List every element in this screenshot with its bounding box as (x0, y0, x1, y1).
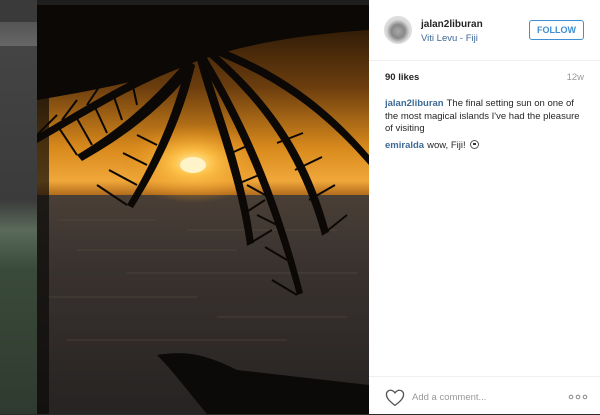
post-photo[interactable] (37, 5, 369, 414)
post-header: jalan2liburan Viti Levu - Fiji FOLLOW (369, 0, 600, 61)
likes-count[interactable]: 90 likes (385, 72, 419, 83)
comment-item: emiralda wow, Fiji! (385, 139, 580, 153)
post-detail-panel: jalan2liburan Viti Levu - Fiji FOLLOW 90… (369, 0, 600, 414)
comments-list: jalan2liburan The final setting sun on on… (385, 98, 580, 156)
comment-username[interactable]: jalan2liburan (385, 98, 444, 109)
background-feed (0, 0, 37, 414)
post-location[interactable]: Viti Levu - Fiji (421, 33, 478, 44)
add-comment-input[interactable] (412, 386, 552, 408)
sunset-palm-image (37, 5, 369, 414)
follow-button[interactable]: FOLLOW (529, 20, 584, 40)
avatar[interactable] (384, 16, 412, 44)
comment-item: jalan2liburan The final setting sun on on… (385, 98, 580, 136)
comment-text: wow, Fiji! (427, 139, 466, 151)
post-footer (369, 376, 600, 415)
comment-username[interactable]: emiralda (385, 140, 424, 151)
smiley-icon (470, 139, 480, 149)
post-username[interactable]: jalan2liburan (421, 19, 483, 30)
more-options-icon[interactable] (568, 393, 588, 401)
heart-icon[interactable] (385, 389, 405, 407)
post-age: 12w (566, 72, 584, 83)
